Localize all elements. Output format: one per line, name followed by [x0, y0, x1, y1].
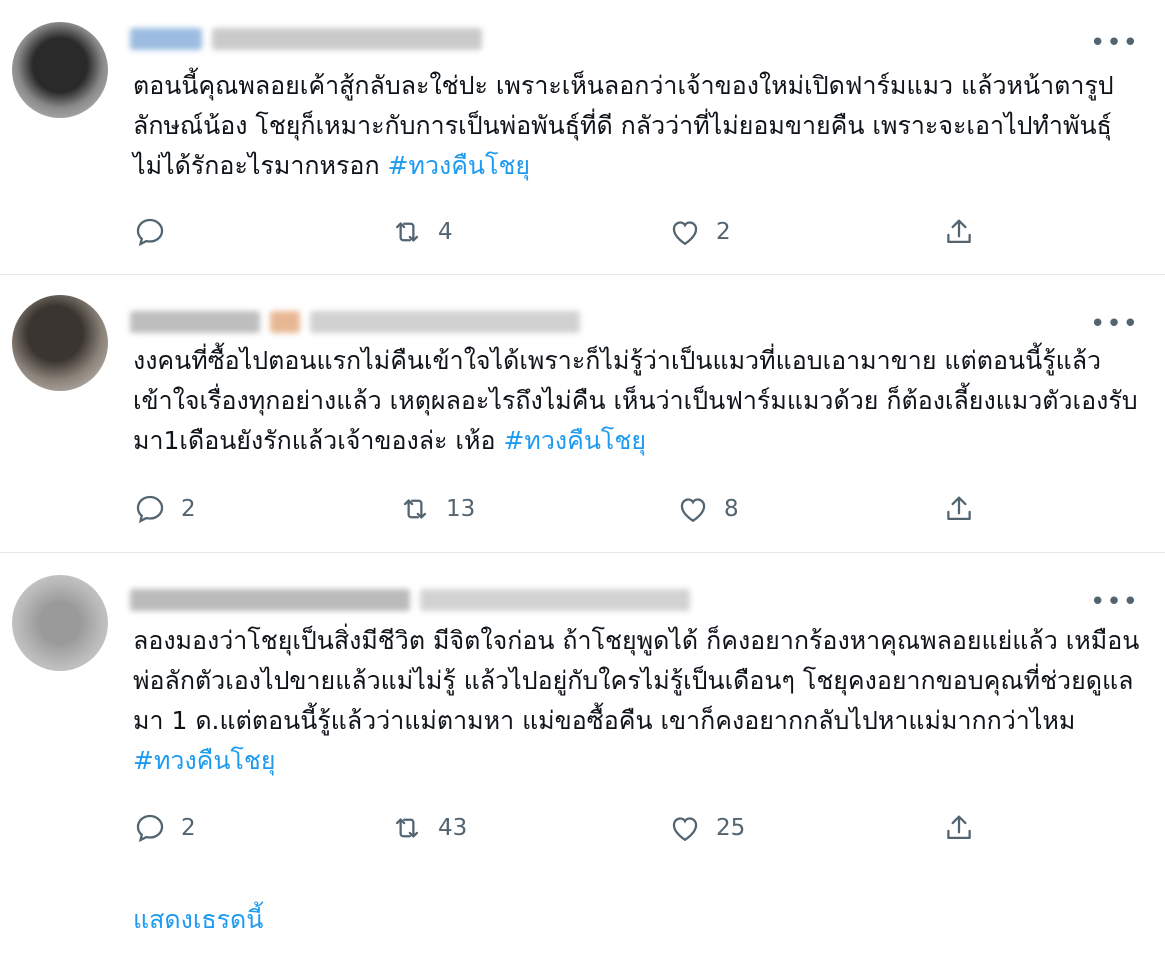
share-icon: [947, 219, 971, 244]
like-button[interactable]: 8: [676, 489, 739, 529]
blurred-username: [130, 28, 202, 50]
blurred-emoji: [270, 311, 300, 333]
share-button[interactable]: [942, 489, 976, 529]
tweet[interactable]: ••• งงคนที่ซื้อไปตอนแรกไม่คืนเข้าใจได้เพ…: [0, 275, 1165, 553]
like-icon: [672, 221, 698, 246]
avatar[interactable]: [12, 295, 108, 391]
retweet-icon: [395, 222, 419, 242]
reply-button[interactable]: 2: [133, 489, 196, 529]
reply-button[interactable]: [133, 212, 181, 252]
like-icon: [672, 817, 698, 842]
avatar[interactable]: [12, 575, 108, 671]
blurred-handle: [420, 589, 690, 611]
like-button[interactable]: 25: [668, 808, 745, 848]
tweet-body: ลองมองว่าโชยุเป็นสิ่งมีชีวิต มีจิตใจก่อน…: [133, 626, 1140, 735]
share-icon: [947, 496, 971, 521]
like-icon: [680, 498, 706, 523]
blurred-username: [130, 589, 410, 611]
more-icon[interactable]: •••: [1090, 311, 1139, 337]
tweet-header: [130, 307, 580, 337]
retweet-button[interactable]: 13: [398, 489, 475, 529]
hashtag-link[interactable]: #ทวงคืนโชยุ: [388, 151, 531, 180]
tweet[interactable]: ••• ตอนนี้คุณพลอยเค้าสู้กลับละใช่ปะ เพรา…: [0, 0, 1165, 275]
more-icon[interactable]: •••: [1090, 30, 1139, 56]
tweet-text: งงคนที่ซื้อไปตอนแรกไม่คืนเข้าใจได้เพราะก…: [133, 341, 1143, 461]
blurred-handle: [310, 311, 580, 333]
reply-count: 2: [181, 496, 196, 522]
tweet-text: ลองมองว่าโชยุเป็นสิ่งมีชีวิต มีจิตใจก่อน…: [133, 621, 1143, 781]
reply-button[interactable]: 2: [133, 808, 196, 848]
tweet-actions: 4 2: [0, 212, 1165, 252]
retweet-count: 43: [438, 815, 468, 841]
share-button[interactable]: [942, 212, 976, 252]
blurred-username: [130, 311, 260, 333]
share-icon: [947, 815, 971, 840]
reply-icon: [136, 814, 164, 843]
more-icon[interactable]: •••: [1090, 589, 1139, 615]
retweet-count: 4: [438, 219, 453, 245]
hashtag-link[interactable]: #ทวงคืนโชยุ: [133, 746, 276, 775]
hashtag-link[interactable]: #ทวงคืนโชยุ: [503, 426, 646, 455]
avatar[interactable]: [12, 22, 108, 118]
tweet[interactable]: ••• ลองมองว่าโชยุเป็นสิ่งมีชีวิต มีจิตใจ…: [0, 553, 1165, 865]
retweet-icon: [403, 499, 427, 519]
tweet-text: ตอนนี้คุณพลอยเค้าสู้กลับละใช่ปะ เพราะเห็…: [133, 66, 1143, 186]
tweet-header: [130, 585, 690, 615]
retweet-count: 13: [446, 496, 476, 522]
reply-icon: [136, 495, 164, 524]
retweet-button[interactable]: 4: [390, 212, 453, 252]
retweet-icon: [395, 818, 419, 838]
share-button[interactable]: [942, 808, 976, 848]
tweet-actions: 2 43 25: [0, 808, 1165, 848]
like-count: 2: [716, 219, 731, 245]
tweet-actions: 2 13 8: [0, 489, 1165, 529]
blurred-handle: [212, 28, 482, 50]
like-count: 25: [716, 815, 746, 841]
reply-icon: [136, 218, 164, 247]
retweet-button[interactable]: 43: [390, 808, 467, 848]
tweet-header: [130, 24, 482, 54]
tweet-body: ตอนนี้คุณพลอยเค้าสู้กลับละใช่ปะ เพราะเห็…: [133, 71, 1120, 180]
like-button[interactable]: 2: [668, 212, 731, 252]
like-count: 8: [724, 496, 739, 522]
reply-count: 2: [181, 815, 196, 841]
show-thread-link[interactable]: แสดงเธรดนี้: [133, 900, 263, 940]
